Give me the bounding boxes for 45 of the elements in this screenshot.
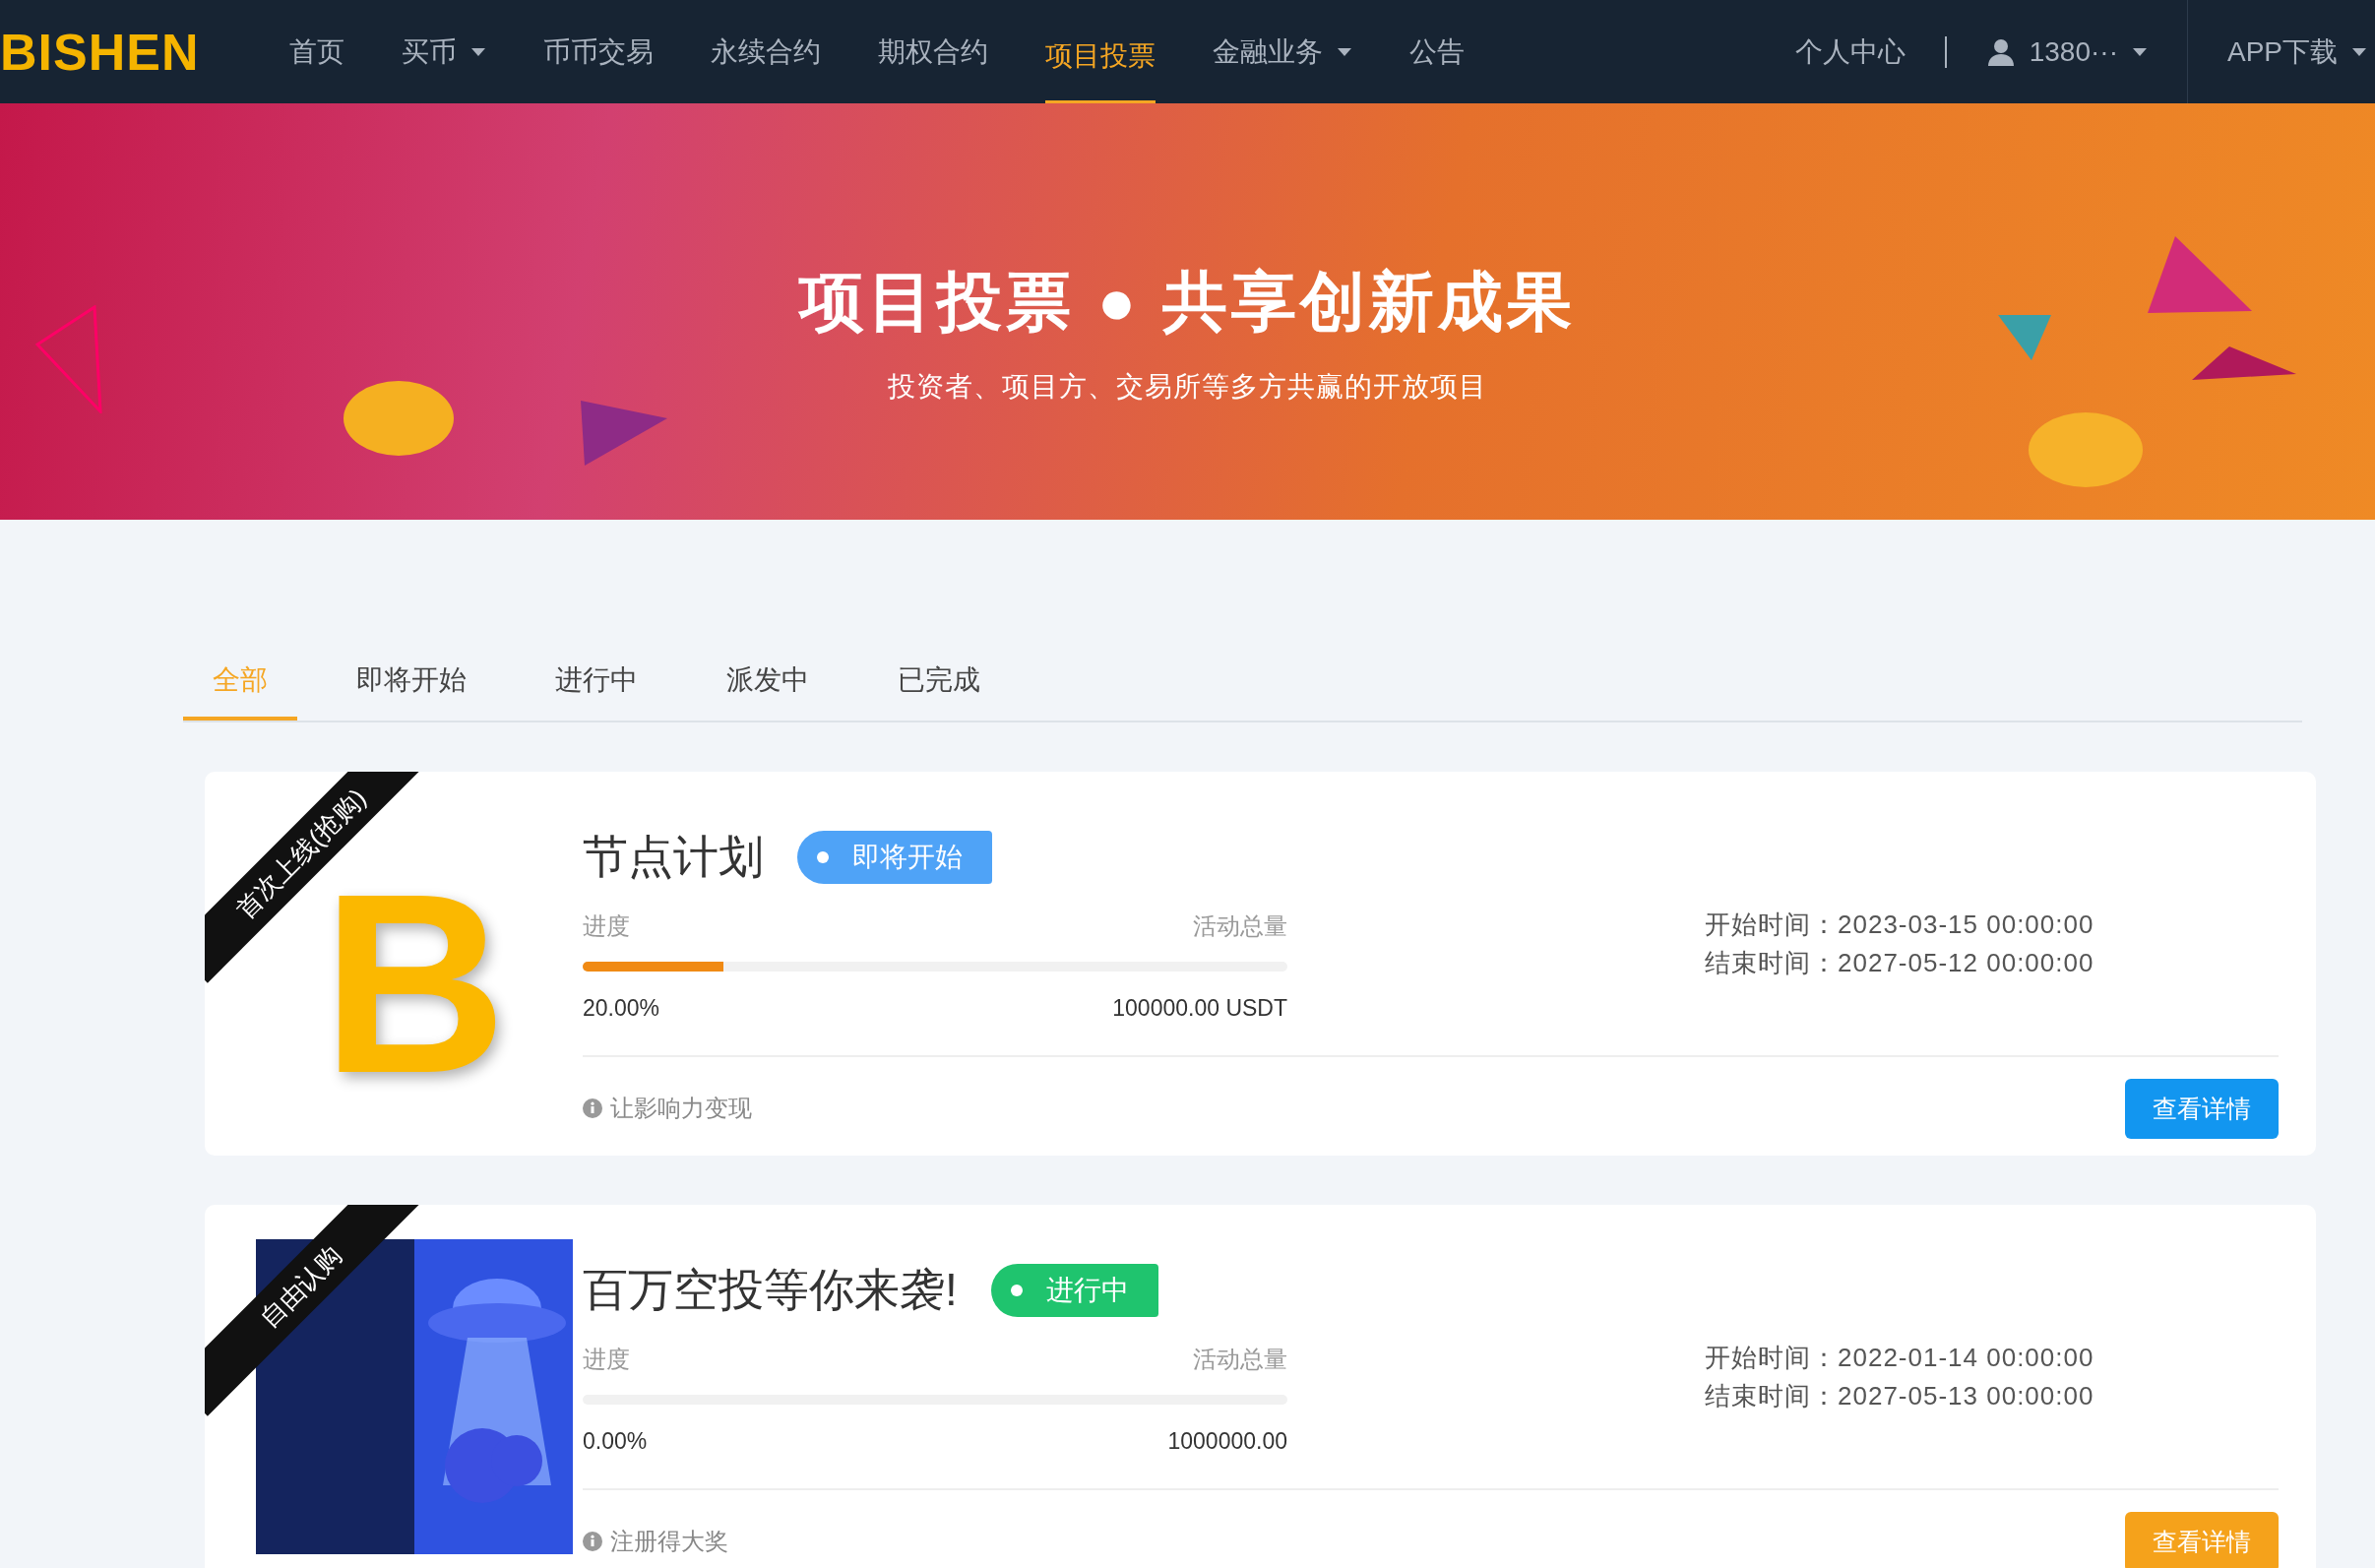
project-title: 百万空投等你来袭!	[583, 1263, 958, 1317]
filter-tab[interactable]: 派发中	[697, 659, 839, 721]
total-amount: 100000.00 USDT	[1112, 994, 1287, 1023]
nav-link[interactable]: 永续合约	[711, 0, 822, 103]
project-title: 节点计划	[583, 830, 764, 884]
project-logo: B	[322, 887, 507, 1080]
project-note: 注册得大奖	[610, 1527, 728, 1557]
banner-subtitle: 投资者、项目方、交易所等多方共赢的开放项目	[888, 370, 1487, 404]
nav-link[interactable]: 买币	[402, 0, 487, 103]
total-label: 活动总量	[1193, 1345, 1287, 1374]
filter-tab[interactable]: 已完成	[868, 659, 1010, 721]
info-icon	[583, 1532, 602, 1552]
end-time: 结束时间：2027-05-13 00:00:00	[1705, 1380, 2094, 1412]
triangle-icon	[2146, 234, 2254, 315]
brand-logo[interactable]: BISHEN	[0, 26, 223, 78]
app-download-menu[interactable]: APP下载	[2226, 0, 2375, 103]
nav-link[interactable]: 公告	[1409, 0, 1466, 103]
total-label: 活动总量	[1193, 911, 1287, 941]
user-icon	[1985, 36, 2016, 67]
info-icon	[583, 1098, 602, 1119]
user-center-link[interactable]: 个人中心	[1794, 0, 1906, 103]
filter-tab[interactable]: 进行中	[526, 659, 667, 721]
nav-link[interactable]: 金融业务	[1213, 0, 1353, 103]
nav-link[interactable]: 币币交易	[543, 0, 655, 103]
filter-tab[interactable]: 即将开始	[327, 659, 496, 721]
start-time: 开始时间：2023-03-15 00:00:00	[1705, 909, 2094, 941]
nav-link[interactable]: 首页	[289, 0, 345, 103]
start-time: 开始时间：2022-01-14 00:00:00	[1705, 1342, 2094, 1374]
caret-icon	[2351, 46, 2367, 57]
status-badge: 即将开始	[797, 830, 992, 884]
total-amount: 1000000.00	[1167, 1427, 1287, 1456]
triangle-icon	[1996, 313, 2053, 362]
banner-title: 项目投票 ● 共享创新成果	[799, 264, 1576, 340]
nav-link[interactable]: 期权合约	[878, 0, 989, 103]
triangle-icon	[35, 305, 104, 413]
status-badge: 进行中	[990, 1263, 1158, 1317]
caret-icon	[2131, 46, 2148, 57]
project-note: 让影响力变现	[610, 1094, 752, 1124]
progress-label: 进度	[583, 1345, 630, 1374]
progress-percent: 20.00%	[583, 994, 659, 1023]
progress-percent: 0.00%	[583, 1427, 648, 1456]
progress-label: 进度	[583, 911, 630, 941]
end-time: 结束时间：2027-05-12 00:00:00	[1705, 947, 2094, 979]
triangle-icon	[579, 399, 669, 468]
account-menu[interactable]: 1380···	[1985, 0, 2148, 103]
